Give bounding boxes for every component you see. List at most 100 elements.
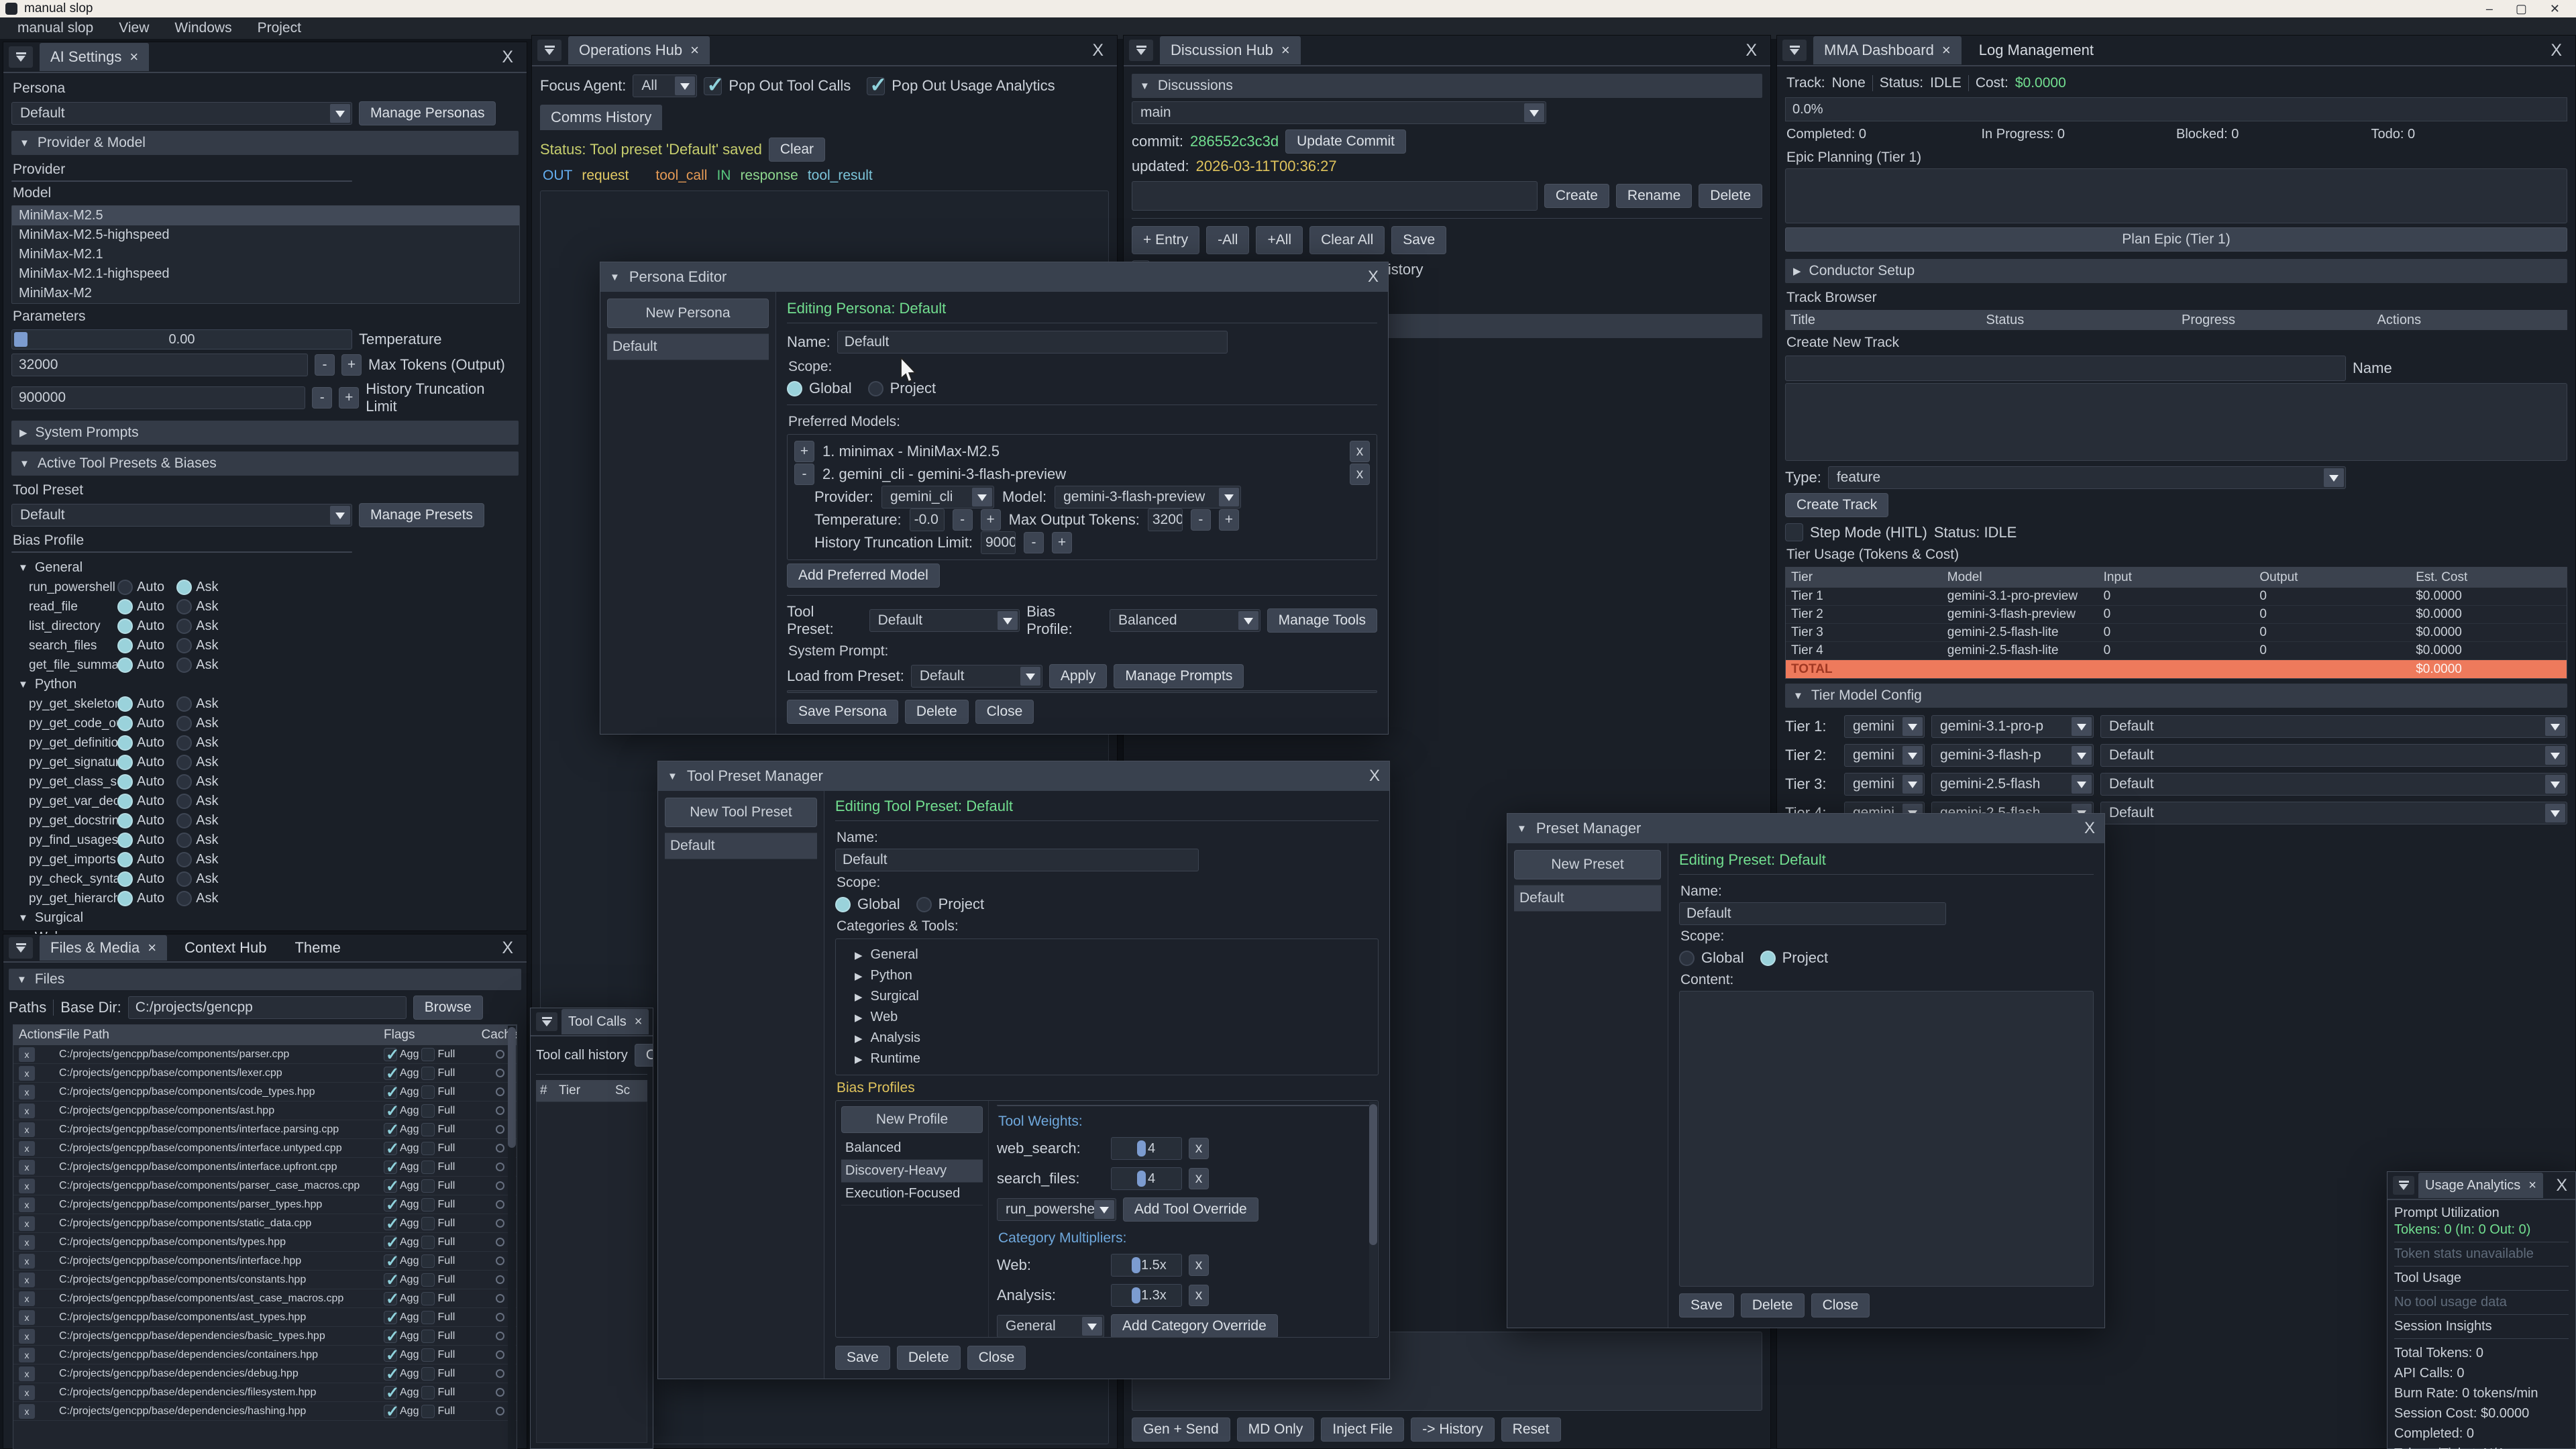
remove-model-button[interactable]: x	[1350, 464, 1370, 485]
tool-category-row[interactable]: ▼ Surgical	[11, 908, 519, 928]
auto-radio[interactable]	[117, 755, 133, 770]
conductor-setup-section-header[interactable]: ▶ Conductor Setup	[1785, 259, 2567, 283]
full-checkbox[interactable]	[421, 1104, 435, 1118]
delete-tool-preset-button[interactable]: Delete	[897, 1346, 961, 1370]
auto-radio[interactable]	[117, 871, 133, 887]
tool-category-row[interactable]: ▼ General	[11, 558, 519, 578]
panel-close-icon[interactable]: X	[1737, 41, 1765, 60]
pe-model-select[interactable]: gemini-3-flash-preview	[1055, 486, 1241, 508]
model-option[interactable]: MiniMax-M2.5	[12, 206, 519, 225]
tier-persona-select[interactable]: Default	[2100, 715, 2567, 738]
browse-button[interactable]: Browse	[413, 996, 483, 1020]
auto-radio[interactable]	[117, 599, 133, 614]
manage-prompts-button[interactable]: Manage Prompts	[1114, 664, 1244, 688]
max-out-increment[interactable]: +	[1219, 509, 1239, 531]
plan-epic-button[interactable]: Plan Epic (Tier 1)	[1785, 227, 2567, 252]
ask-radio[interactable]	[176, 774, 192, 790]
add-preferred-model-button[interactable]: Add Preferred Model	[787, 564, 940, 588]
remove-file-button[interactable]: x	[19, 1179, 35, 1193]
agg-checkbox[interactable]	[384, 1330, 397, 1343]
agg-checkbox[interactable]	[384, 1386, 397, 1399]
entry-action-button[interactable]: -All	[1206, 226, 1249, 254]
auto-radio[interactable]	[117, 794, 133, 809]
tab-close-icon[interactable]: ×	[129, 48, 138, 66]
tab-tool-calls[interactable]: Tool Calls ×	[561, 1009, 649, 1034]
pm-scope-global-radio[interactable]	[1679, 951, 1695, 966]
create-track-button[interactable]: Create Track	[1785, 493, 1888, 517]
auto-radio[interactable]	[117, 696, 133, 712]
pm-scope-project-radio[interactable]	[1760, 951, 1776, 966]
max-out-decrement[interactable]: -	[1191, 509, 1211, 531]
clear-tool-calls-button[interactable]: Clear	[635, 1044, 653, 1067]
ask-radio[interactable]	[176, 794, 192, 809]
remove-file-button[interactable]: x	[19, 1085, 35, 1099]
category-row[interactable]: ▶ Python	[839, 965, 1375, 986]
tier-model-config-section-header[interactable]: ▼ Tier Model Config	[1785, 684, 2567, 708]
persona-list-item[interactable]: Default	[607, 333, 769, 360]
manage-personas-button[interactable]: Manage Personas	[359, 101, 496, 125]
full-checkbox[interactable]	[421, 1179, 435, 1193]
step-mode-checkbox[interactable]	[1785, 523, 1803, 541]
tier-model-select[interactable]: gemini-2.5-flash	[1931, 773, 2094, 796]
auto-radio[interactable]	[117, 774, 133, 790]
tool-override-select[interactable]: run_powershell	[997, 1198, 1116, 1221]
tool-preset-manager-titlebar[interactable]: ▼ Tool Preset Manager X	[658, 761, 1389, 791]
remove-multiplier-button[interactable]: x	[1189, 1254, 1209, 1276]
agg-checkbox[interactable]	[384, 1142, 397, 1155]
model-option[interactable]: MiniMax-M2.5-highspeed	[12, 225, 519, 245]
category-override-select[interactable]: General	[997, 1315, 1104, 1338]
maximize-button[interactable]: ▢	[2516, 2, 2527, 16]
remove-file-button[interactable]: x	[19, 1254, 35, 1269]
bias-profile-list-item[interactable]: Execution-Focused	[841, 1183, 983, 1205]
save-persona-button[interactable]: Save Persona	[787, 700, 898, 724]
panel-menu-icon[interactable]	[9, 46, 33, 68]
composer-action-button[interactable]: Gen + Send	[1132, 1417, 1230, 1442]
remove-file-button[interactable]: x	[19, 1235, 35, 1250]
full-checkbox[interactable]	[421, 1367, 435, 1381]
apply-button[interactable]: Apply	[1049, 664, 1108, 688]
temp-decrement[interactable]: -	[953, 509, 973, 531]
ask-radio[interactable]	[176, 599, 192, 614]
model-option[interactable]: MiniMax-M2.1	[12, 245, 519, 264]
remove-file-button[interactable]: x	[19, 1329, 35, 1344]
ask-radio[interactable]	[176, 735, 192, 751]
persona-editor-titlebar[interactable]: ▼ Persona Editor X	[600, 262, 1388, 292]
agg-checkbox[interactable]	[384, 1405, 397, 1418]
panel-menu-icon[interactable]	[9, 937, 33, 959]
tier-provider-select[interactable]: gemini	[1844, 715, 1925, 738]
tab-theme[interactable]: Theme	[284, 935, 351, 961]
pe-tool-preset-select[interactable]: Default	[869, 609, 1020, 632]
agg-checkbox[interactable]	[384, 1123, 397, 1136]
panel-menu-icon[interactable]	[2393, 1176, 2414, 1195]
panel-close-icon[interactable]: X	[494, 48, 521, 67]
tab-discussion-hub[interactable]: Discussion Hub ×	[1160, 36, 1301, 64]
delete-discussion-button[interactable]: Delete	[1699, 184, 1762, 208]
tab-context-hub[interactable]: Context Hub	[174, 935, 277, 961]
panel-menu-icon[interactable]	[537, 40, 561, 61]
new-persona-button[interactable]: New Persona	[607, 299, 769, 328]
full-checkbox[interactable]	[421, 1198, 435, 1212]
tab-close-icon[interactable]: ×	[635, 1014, 643, 1030]
tier-persona-select[interactable]: Default	[2100, 773, 2567, 796]
remove-file-button[interactable]: x	[19, 1348, 35, 1362]
tab-close-icon[interactable]: ×	[1942, 42, 1951, 59]
menu-item[interactable]: manual slop	[7, 20, 104, 36]
auto-radio[interactable]	[117, 813, 133, 828]
full-checkbox[interactable]	[421, 1273, 435, 1287]
remove-model-button[interactable]: x	[1350, 441, 1370, 462]
files-scrollbar[interactable]	[508, 1026, 516, 1449]
agg-checkbox[interactable]	[384, 1292, 397, 1305]
model-option[interactable]: MiniMax-M2	[12, 284, 519, 303]
agg-checkbox[interactable]	[384, 1217, 397, 1230]
auto-radio[interactable]	[117, 833, 133, 848]
manage-tools-button[interactable]: Manage Tools	[1267, 608, 1377, 633]
composer-action-button[interactable]: MD Only	[1237, 1417, 1315, 1442]
bias-profile-list-item[interactable]: Balanced	[841, 1137, 983, 1160]
bias-scrollbar[interactable]	[1369, 1102, 1377, 1336]
agg-checkbox[interactable]	[384, 1085, 397, 1099]
remove-file-button[interactable]: x	[19, 1291, 35, 1306]
panel-menu-icon[interactable]	[1129, 40, 1153, 61]
full-checkbox[interactable]	[421, 1405, 435, 1418]
weight-slider[interactable]: 4	[1111, 1167, 1182, 1190]
bias-profile-select[interactable]: Balanced	[11, 551, 352, 553]
